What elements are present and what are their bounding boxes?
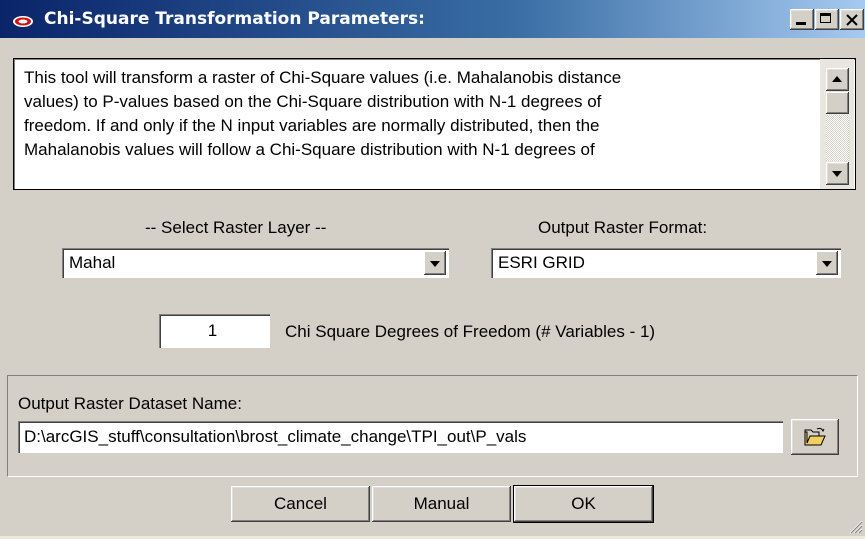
ok-button[interactable]: OK xyxy=(514,486,653,522)
description-line: values) to P-values based on the Chi-Squ… xyxy=(24,92,602,111)
description-line: This tool will transform a raster of Chi… xyxy=(24,68,622,87)
maximize-button[interactable] xyxy=(815,9,839,30)
scroll-down-button[interactable] xyxy=(826,162,849,185)
degrees-of-freedom-input[interactable]: 1 xyxy=(159,314,270,348)
raster-layer-value: Mahal xyxy=(69,253,116,272)
title-bar[interactable]: Chi-Square Transformation Parameters: xyxy=(0,0,865,38)
description-text: This tool will transform a raster of Chi… xyxy=(24,66,804,162)
eye-icon xyxy=(12,13,34,27)
degrees-of-freedom-label: Chi Square Degrees of Freedom (# Variabl… xyxy=(285,322,656,341)
raster-layer-label: -- Select Raster Layer -- xyxy=(145,218,327,237)
close-button[interactable] xyxy=(840,9,864,30)
scroll-track[interactable] xyxy=(826,115,849,161)
minimize-button[interactable] xyxy=(790,9,814,30)
close-icon xyxy=(845,12,859,32)
minimize-icon xyxy=(796,22,806,25)
cancel-button[interactable]: Cancel xyxy=(231,486,370,522)
scroll-thumb[interactable] xyxy=(826,92,849,114)
description-scrollbar[interactable] xyxy=(820,59,854,189)
output-dataset-input[interactable]: D:\arcGIS_stuff\consultation\brost_clima… xyxy=(18,421,783,453)
raster-layer-dropdown-button[interactable] xyxy=(424,251,446,275)
output-dataset-label: Output Raster Dataset Name: xyxy=(18,394,242,413)
arrow-down-icon xyxy=(832,171,842,177)
browse-folder-button[interactable] xyxy=(791,419,839,455)
scroll-up-button[interactable] xyxy=(826,68,849,91)
output-dataset-value: D:\arcGIS_stuff\consultation\brost_clima… xyxy=(24,427,527,446)
output-format-dropdown-button[interactable] xyxy=(816,251,838,275)
raster-layer-select[interactable]: Mahal xyxy=(62,248,449,278)
resize-grip-icon[interactable] xyxy=(845,516,863,534)
maximize-icon xyxy=(820,13,831,23)
output-format-label: Output Raster Format: xyxy=(538,218,708,237)
description-textarea[interactable]: This tool will transform a raster of Chi… xyxy=(13,58,856,190)
dialog-window: Chi-Square Transformation Parameters: Th… xyxy=(0,0,865,536)
description-line: Mahalanobis values will follow a Chi-Squ… xyxy=(24,140,595,159)
chevron-down-icon xyxy=(430,261,440,267)
folder-open-icon xyxy=(804,427,826,452)
manual-button[interactable]: Manual xyxy=(372,486,511,522)
degrees-of-freedom-value: 1 xyxy=(207,321,218,340)
arrow-up-icon xyxy=(832,76,842,82)
output-format-select[interactable]: ESRI GRID xyxy=(491,248,841,278)
description-line: freedom. If and only if the N input vari… xyxy=(24,116,600,135)
window-title: Chi-Square Transformation Parameters: xyxy=(44,9,425,29)
output-format-value: ESRI GRID xyxy=(498,253,585,272)
chevron-down-icon xyxy=(822,261,832,267)
